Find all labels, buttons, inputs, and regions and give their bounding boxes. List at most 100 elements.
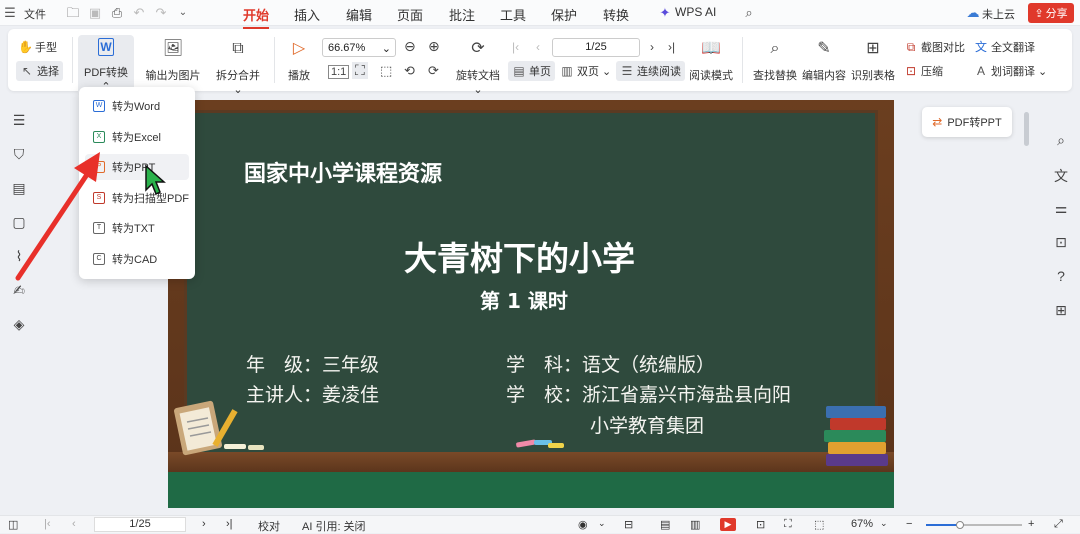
recognize-table-button[interactable]: ⊞ 识别表格	[850, 38, 896, 83]
continuous-view-icon[interactable]: ⊟	[624, 518, 633, 531]
proofread-button[interactable]: 校对	[258, 518, 280, 534]
zoom-in-icon[interactable]: +	[1028, 518, 1034, 530]
search-icon[interactable]: ⌕	[740, 4, 758, 22]
sidebar-toggle-icon[interactable]: ◫	[8, 518, 18, 531]
single-page-label: 单页	[529, 66, 551, 78]
cloud-status[interactable]: 未上云	[982, 6, 1015, 22]
tab-comment[interactable]: 批注	[449, 5, 475, 24]
single-view-icon[interactable]: ▤	[660, 518, 670, 531]
signature-icon[interactable]: ✍	[10, 282, 28, 300]
actual-size-icon[interactable]: ⊡	[756, 518, 765, 531]
fit-width-icon[interactable]: ⬚	[814, 518, 824, 531]
prev-page-icon[interactable]: ‹	[72, 518, 76, 530]
rotate-right-icon[interactable]: ⟳	[428, 63, 439, 79]
tab-tools[interactable]: 工具	[500, 5, 526, 24]
help-icon[interactable]: ?	[1052, 268, 1070, 286]
zoom-level[interactable]: 67%	[851, 518, 873, 530]
tab-start[interactable]: 开始	[243, 5, 270, 29]
compress-icon: ⊡	[905, 64, 917, 78]
tab-edit[interactable]: 编辑	[346, 5, 372, 24]
chalk-pieces	[224, 444, 264, 450]
single-page-button[interactable]: ▤ 单页	[508, 61, 555, 81]
split-merge-button[interactable]: ⧉ 拆分合并 ⌄	[210, 38, 266, 96]
screenshot-compare-button[interactable]: ⧉ 截图对比	[904, 37, 965, 57]
status-page-input[interactable]: 1/25	[94, 517, 186, 532]
tab-convert[interactable]: 转换	[603, 5, 629, 24]
open-folder-icon[interactable]: 🗀	[64, 4, 82, 22]
last-page-icon[interactable]: ›|	[668, 40, 675, 54]
ai-quote-status[interactable]: AI 引用: 关闭	[302, 518, 366, 534]
fit-page-icon[interactable]: ⛶	[784, 518, 792, 531]
zoom-out-icon[interactable]: ⊖	[404, 38, 416, 55]
tab-insert[interactable]: 插入	[294, 5, 320, 24]
double-page-button[interactable]: ▥ 双页 ⌄	[560, 61, 611, 81]
next-page-icon[interactable]: ›	[650, 40, 654, 54]
bookmark-icon[interactable]: ⛉	[10, 146, 28, 164]
convert-to-excel[interactable]: X 转为Excel	[85, 124, 189, 150]
actual-size-icon[interactable]: 1:1	[328, 65, 350, 79]
select-tool-label: 选择	[37, 66, 59, 78]
rotate-left-icon[interactable]: ⟲	[404, 63, 415, 79]
eye-icon[interactable]: ◉	[578, 518, 588, 531]
read-mode-button[interactable]: 📖 阅读模式	[688, 38, 734, 83]
redo-icon[interactable]: ↷	[152, 4, 170, 22]
page-number-input[interactable]: 1/25	[552, 38, 640, 57]
prev-page-icon[interactable]: ‹	[536, 40, 540, 54]
translate-icon[interactable]: 文	[1052, 166, 1070, 184]
chevron-down-icon[interactable]: ⌄	[174, 4, 192, 22]
tab-page[interactable]: 页面	[397, 5, 423, 24]
attachment-icon[interactable]: ⌇	[10, 248, 28, 266]
convert-to-txt[interactable]: T 转为TXT	[85, 215, 189, 241]
settings-sliders-icon[interactable]: ⚌	[1052, 200, 1070, 218]
pdf-to-ppt-button[interactable]: ⇄ PDF转PPT	[922, 107, 1012, 137]
play-button[interactable]: ▷ 播放	[283, 38, 315, 83]
zoom-slider[interactable]	[926, 521, 1022, 529]
chevron-down-icon[interactable]: ⌄	[880, 518, 888, 529]
convert-to-ppt[interactable]: P 转为PPT	[85, 154, 189, 180]
double-view-icon[interactable]: ▥	[690, 518, 700, 531]
convert-to-word-label: 转为Word	[112, 101, 161, 113]
search-icon[interactable]: ⌕	[1052, 132, 1070, 150]
undo-icon[interactable]: ↶	[130, 4, 148, 22]
zoom-slider-handle[interactable]	[956, 521, 964, 529]
next-page-icon[interactable]: ›	[202, 518, 206, 530]
rotate-document-button[interactable]: ⟳ 旋转文档 ⌄	[451, 38, 505, 96]
wps-ai-tab[interactable]: WPS AI	[675, 5, 716, 19]
chevron-down-icon[interactable]: ⌄	[598, 518, 606, 529]
tab-protect[interactable]: 保护	[551, 5, 577, 24]
word-translate-button[interactable]: A 划词翻译 ⌄	[974, 61, 1047, 81]
vertical-scrollbar[interactable]	[1024, 112, 1029, 146]
outline-icon[interactable]: ☰	[10, 112, 28, 130]
zoom-select[interactable]: 66.67% ⌄	[322, 38, 396, 57]
first-page-icon[interactable]: |‹	[512, 40, 519, 54]
fit-width-icon[interactable]: ⬚	[380, 63, 392, 79]
file-menu[interactable]: 文件	[24, 6, 46, 22]
layers-icon[interactable]: ◈	[10, 316, 28, 334]
hand-tool-button[interactable]: ✋ 手型	[18, 37, 57, 57]
compress-button[interactable]: ⊡ 压缩	[904, 61, 943, 81]
fit-page-icon[interactable]: ⛶	[352, 62, 368, 79]
comment-icon[interactable]: ▢	[10, 214, 28, 232]
convert-to-cad[interactable]: C 转为CAD	[85, 246, 189, 272]
convert-to-scanned-pdf[interactable]: S 转为扫描型PDF	[85, 185, 189, 211]
pdf-to-ppt-label: PDF转PPT	[947, 117, 1002, 129]
menu-icon[interactable]: ☰	[4, 4, 16, 22]
full-translate-button[interactable]: 文全文翻译	[974, 37, 1035, 57]
edit-content-button[interactable]: ✎ 编辑内容	[802, 38, 846, 83]
share-button[interactable]: ⇪ 分享	[1028, 3, 1074, 23]
play-icon[interactable]: ▶	[720, 518, 736, 531]
zoom-in-icon[interactable]: ⊕	[428, 38, 440, 55]
search-doc-icon[interactable]: ⊡	[1052, 234, 1070, 252]
last-page-icon[interactable]: ›|	[226, 518, 233, 530]
print-icon[interactable]: ⎙	[108, 4, 126, 22]
select-tool-button[interactable]: ↖ 选择	[16, 61, 63, 81]
fullscreen-icon[interactable]: ⤢	[1054, 518, 1063, 531]
more-grid-icon[interactable]: ⊞	[1052, 302, 1070, 320]
convert-to-word[interactable]: W 转为Word	[85, 93, 189, 119]
first-page-icon[interactable]: |‹	[44, 518, 51, 530]
zoom-out-icon[interactable]: −	[906, 518, 912, 530]
find-replace-button[interactable]: ⌕ 查找替换	[750, 38, 800, 83]
save-icon[interactable]: ▣	[86, 4, 104, 22]
thumbnail-icon[interactable]: ▤	[10, 180, 28, 198]
continuous-read-button[interactable]: ☰ 连续阅读	[616, 61, 685, 81]
